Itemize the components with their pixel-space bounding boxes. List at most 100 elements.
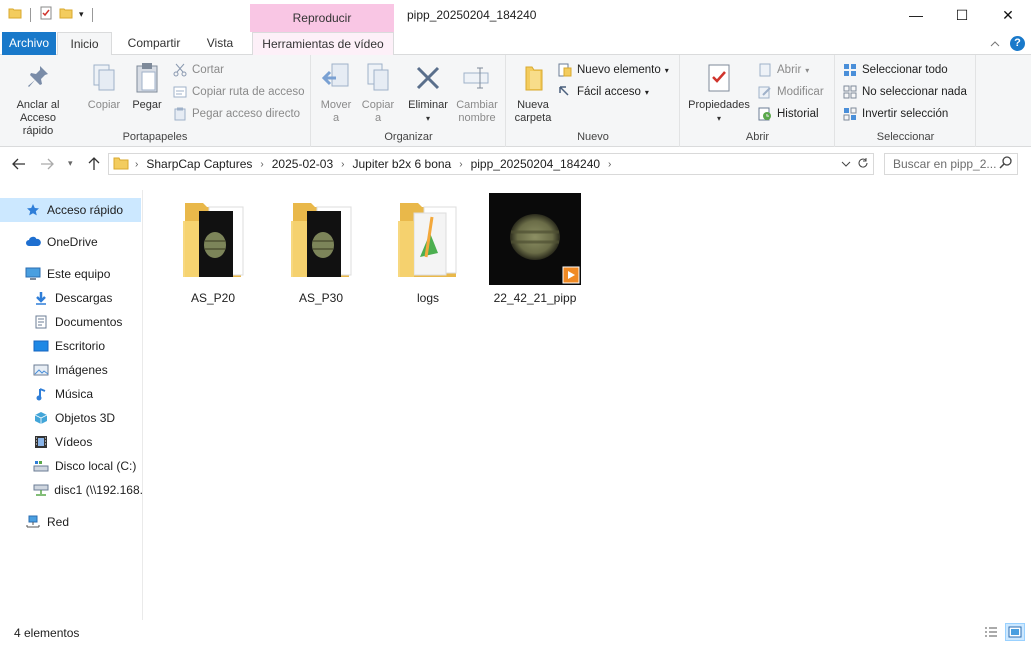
- pin-icon: [22, 61, 54, 95]
- up-button[interactable]: [88, 157, 100, 174]
- nav-local-disk[interactable]: Disco local (C:): [0, 454, 143, 478]
- nav-this-pc[interactable]: Este equipo: [0, 262, 143, 286]
- edit-pencil-icon: [757, 84, 773, 100]
- folder-icon: [113, 156, 129, 173]
- select-none-button[interactable]: No seleccionar nada: [842, 83, 967, 101]
- customize-qat-icon[interactable]: ▾: [79, 9, 84, 20]
- copy-to-button[interactable]: Copiar a: [358, 61, 398, 125]
- download-arrow-icon: [32, 290, 50, 306]
- copy-to-icon: [362, 61, 394, 95]
- new-folder-button[interactable]: Nueva carpeta: [511, 61, 555, 125]
- file-item-folder[interactable]: AS_P30: [273, 191, 369, 305]
- folder-icon: [380, 191, 476, 287]
- delete-dropdown-icon[interactable]: ▾: [406, 112, 450, 125]
- close-button[interactable]: ✕: [985, 0, 1031, 30]
- paste-button[interactable]: Pegar: [128, 61, 166, 112]
- quick-access-toolbar: ▾: [8, 6, 95, 23]
- tab-share[interactable]: Compartir: [118, 32, 190, 55]
- select-all-button[interactable]: Seleccionar todo: [842, 61, 948, 79]
- rename-button[interactable]: Cambiar nombre: [454, 61, 500, 125]
- paste-label: Pegar: [132, 99, 162, 111]
- copy-path-button[interactable]: Copiar ruta de acceso: [172, 83, 305, 101]
- refresh-icon[interactable]: [857, 157, 869, 172]
- maximize-button[interactable]: ☐: [939, 0, 985, 30]
- nav-quick-access[interactable]: Acceso rápido: [0, 198, 141, 222]
- delete-button[interactable]: Eliminar ▾: [406, 61, 450, 125]
- context-tab-play[interactable]: Reproducir: [250, 4, 394, 32]
- nav-desktop[interactable]: Escritorio: [0, 334, 143, 358]
- file-name: 22_42_21_pipp: [493, 291, 577, 305]
- file-item-video[interactable]: 22_42_21_pipp: [487, 191, 583, 305]
- breadcrumb-date[interactable]: 2025-02-03: [272, 157, 333, 171]
- history-button[interactable]: Historial: [757, 105, 819, 123]
- paste-shortcut-button[interactable]: Pegar acceso directo: [172, 105, 300, 123]
- tab-view[interactable]: Vista: [200, 32, 240, 55]
- new-item-button[interactable]: Nuevo elemento ▾: [557, 61, 669, 79]
- paste-icon: [131, 61, 163, 95]
- folder-icon[interactable]: [8, 6, 22, 23]
- computer-icon: [24, 266, 42, 282]
- search-icon[interactable]: [999, 155, 1013, 175]
- tab-video-tools[interactable]: Herramientas de vídeo: [252, 32, 394, 56]
- nav-music[interactable]: Música: [0, 382, 143, 406]
- cut-button[interactable]: Cortar: [172, 61, 224, 79]
- breadcrumb-separator[interactable]: ›: [608, 159, 611, 170]
- pin-quick-access-button[interactable]: Anclar al Acceso rápido: [6, 61, 70, 138]
- tab-file[interactable]: Archivo: [2, 32, 56, 55]
- invert-selection-button[interactable]: Invertir selección: [842, 105, 948, 123]
- breadcrumb-separator[interactable]: ›: [260, 159, 263, 170]
- file-item-folder[interactable]: logs: [380, 191, 476, 305]
- breadcrumb-pipp[interactable]: pipp_20250204_184240: [471, 157, 600, 171]
- paste-shortcut-label: Pegar acceso directo: [192, 108, 301, 120]
- copy-label: Copiar: [87, 99, 121, 111]
- search-input[interactable]: Buscar en pipp_2...: [884, 153, 1018, 175]
- breadcrumb-separator[interactable]: ›: [459, 159, 462, 170]
- recent-locations-chevron-icon[interactable]: ▾: [68, 158, 73, 169]
- back-button[interactable]: [12, 157, 26, 173]
- nav-3d-objects[interactable]: Objetos 3D: [0, 406, 143, 430]
- copy-button[interactable]: Copiar: [84, 61, 124, 112]
- nav-onedrive[interactable]: OneDrive: [0, 230, 143, 254]
- forward-button[interactable]: [40, 157, 54, 173]
- breadcrumb-separator[interactable]: ›: [341, 159, 344, 170]
- file-item-folder[interactable]: AS_P20: [165, 191, 261, 305]
- nav-documents[interactable]: Documentos: [0, 310, 143, 334]
- nav-videos[interactable]: Vídeos: [0, 430, 143, 454]
- navigation-pane: Acceso rápido OneDrive Este equipo Desca…: [0, 190, 143, 620]
- large-icons-view-icon[interactable]: [1005, 623, 1025, 641]
- edit-button[interactable]: Modificar: [757, 83, 824, 101]
- group-new-label: Nuevo: [577, 131, 609, 143]
- new-folder-icon: [517, 61, 549, 95]
- nav-network[interactable]: Red: [0, 510, 143, 534]
- breadcrumb-separator[interactable]: ›: [135, 159, 138, 170]
- item-count: 4 elementos: [14, 626, 80, 640]
- group-organize: Mover a Copiar a Eliminar ▾ Cambiar nomb…: [312, 55, 506, 147]
- open-button[interactable]: Abrir ▾: [757, 61, 809, 79]
- nav-downloads[interactable]: Descargas: [0, 286, 143, 310]
- new-folder-icon[interactable]: [59, 6, 73, 23]
- details-view-icon[interactable]: [981, 623, 1001, 641]
- collapse-ribbon-icon[interactable]: [990, 37, 1000, 51]
- breadcrumb-sharpcap-captures[interactable]: SharpCap Captures: [146, 157, 252, 171]
- nav-network-drive[interactable]: disc1 (\\192.168.: [0, 478, 143, 502]
- music-note-icon: [32, 386, 50, 402]
- tab-home[interactable]: Inicio: [57, 32, 112, 56]
- file-name: AS_P30: [298, 291, 344, 305]
- address-bar[interactable]: › SharpCap Captures › 2025-02-03 › Jupit…: [108, 153, 874, 175]
- properties-button[interactable]: Propiedades ▾: [685, 61, 753, 125]
- nav-documents-label: Documentos: [55, 315, 123, 329]
- easy-access-button[interactable]: Fácil acceso ▾: [557, 83, 649, 101]
- breadcrumb-jupiter[interactable]: Jupiter b2x 6 bona: [352, 157, 451, 171]
- properties-dropdown-icon[interactable]: ▾: [685, 112, 753, 125]
- properties-icon[interactable]: [39, 6, 53, 23]
- group-clipboard: Anclar al Acceso rápido Copiar Pegar Cor…: [0, 55, 311, 147]
- move-to-button[interactable]: Mover a: [316, 61, 356, 125]
- pictures-icon: [32, 362, 50, 378]
- help-icon[interactable]: ?: [1010, 36, 1025, 51]
- address-dropdown-icon[interactable]: [841, 157, 851, 171]
- nav-pictures[interactable]: Imágenes: [0, 358, 143, 382]
- select-none-label: No seleccionar nada: [862, 86, 967, 98]
- invert-selection-label: Invertir selección: [862, 108, 949, 120]
- folder-icon: [273, 191, 369, 287]
- minimize-button[interactable]: —: [893, 0, 939, 30]
